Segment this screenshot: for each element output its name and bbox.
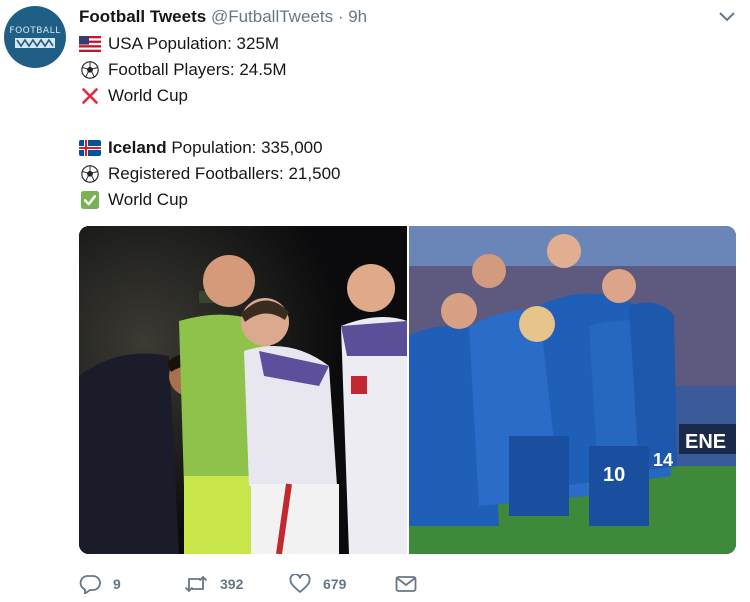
iceland-players-illustration: ENE 10 14 [409, 226, 736, 554]
tweet-line-text: Football Players: 24.5M [108, 60, 287, 79]
reply-button[interactable]: 9 [79, 570, 121, 598]
soccer-ball-icon [81, 61, 99, 79]
tweet-line-usa-world-cup: World Cup [79, 83, 340, 109]
tweet-line-text: World Cup [108, 190, 188, 209]
usa-players-photo[interactable] [79, 226, 407, 554]
tweet-header: Football Tweets @FutballTweets · 9h [79, 6, 367, 28]
direct-message-button[interactable] [395, 570, 429, 598]
tweet-line-usa-players: Football Players: 24.5M [79, 57, 340, 83]
like-count: 679 [323, 576, 347, 592]
usa-players-illustration [79, 226, 407, 554]
author-handle[interactable]: @FutballTweets [211, 7, 333, 26]
retweet-count: 392 [220, 576, 244, 592]
like-button[interactable]: 679 [289, 570, 346, 598]
jersey-number: 14 [653, 450, 673, 470]
red-cross-mark-icon [82, 88, 98, 104]
tweet-line-bold: Iceland [108, 138, 167, 157]
tweet-media[interactable]: ENE 10 14 [79, 226, 736, 554]
green-check-mark-icon [81, 191, 99, 209]
tweet-line-text: USA Population: 325M [108, 34, 280, 53]
retweet-button[interactable]: 392 [184, 570, 243, 598]
tweet-line-iceland-world-cup: World Cup [79, 187, 340, 213]
reply-count: 9 [113, 576, 121, 592]
stadium-banner-text: ENE [685, 431, 726, 453]
chevron-down-icon[interactable] [718, 10, 736, 24]
tweet-line-text: Population: 335,000 [166, 138, 323, 157]
tweet-line-iceland-population: Iceland Population: 335,000 [79, 135, 340, 161]
jersey-number: 10 [603, 464, 625, 486]
avatar-logo-text: FOOTBALL [9, 26, 61, 36]
envelope-icon [395, 576, 417, 592]
soccer-ball-icon [81, 165, 99, 183]
tweet-line-text: World Cup [108, 86, 188, 105]
usa-flag-icon [79, 36, 101, 52]
iceland-flag-icon [79, 140, 101, 156]
reply-icon [79, 575, 101, 594]
profile-avatar[interactable]: FOOTBALL [4, 6, 66, 68]
meta-separator: · [337, 7, 344, 26]
tweet-line-usa-population: USA Population: 325M [79, 31, 340, 57]
tweet-text: USA Population: 325M Football Players: 2… [79, 31, 340, 213]
iceland-players-photo[interactable]: ENE 10 14 [409, 226, 736, 554]
tweet-timestamp[interactable]: 9h [348, 7, 367, 26]
tweet-line-iceland-footballers: Registered Footballers: 21,500 [79, 161, 340, 187]
heart-icon [289, 574, 311, 593]
tweet-line-text: Registered Footballers: 21,500 [108, 164, 341, 183]
retweet-icon [184, 575, 208, 593]
author-name[interactable]: Football Tweets [79, 7, 206, 26]
avatar-logo-mark-icon [15, 38, 55, 48]
